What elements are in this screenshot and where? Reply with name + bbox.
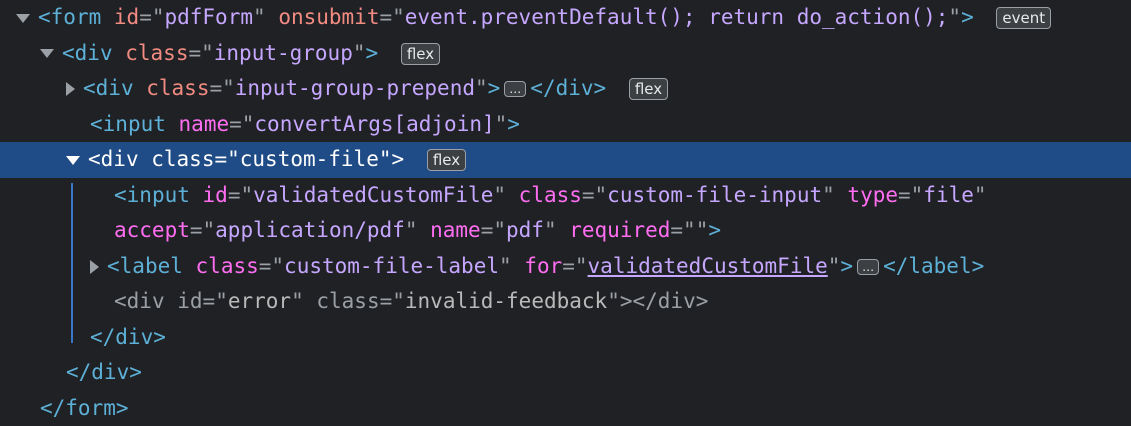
tree-row-label[interactable]: <label class="custom-file-label" for="va…: [0, 249, 1131, 285]
tree-row-prepend[interactable]: <div class="input-group-prepend">…</div>…: [0, 71, 1131, 107]
attr-name: accept: [114, 218, 190, 242]
tree-row-file-input-cont[interactable]: accept="application/pdf" name="pdf" requ…: [0, 213, 1131, 249]
tree-row-close-custom-file[interactable]: </div>: [0, 320, 1131, 356]
ellipsis-icon[interactable]: …: [857, 259, 879, 275]
tag-name: div: [96, 76, 134, 100]
tree-row-custom-file[interactable]: <div class="custom-file"> flex: [0, 142, 1131, 178]
attr-name: class: [519, 183, 582, 207]
attr-name: onsubmit: [278, 5, 379, 29]
attr-value: custom-file-label: [284, 254, 499, 278]
attr-name: id: [114, 5, 139, 29]
dom-tree: <form id="pdfForm" onsubmit="event.preve…: [0, 0, 1131, 420]
attr-value: custom-file: [240, 147, 379, 171]
flex-badge[interactable]: flex: [427, 149, 466, 171]
attr-value: input-group-prepend: [235, 76, 475, 100]
expand-toggle-icon[interactable]: [66, 156, 80, 165]
tag-name: input: [127, 183, 190, 207]
attr-value: pdfForm: [164, 5, 253, 29]
tag-name: input: [103, 112, 166, 136]
tag-name: div: [75, 41, 113, 65]
attr-value: convertArgs[adjoin]: [254, 112, 494, 136]
closing-tag: </label>: [883, 254, 984, 278]
closing-tag: </form>: [40, 396, 129, 420]
attr-value: invalid-feedback: [405, 289, 607, 313]
attr-value: input-group: [214, 41, 353, 65]
attr-name: for: [524, 254, 562, 278]
closing-tag: </div>: [90, 325, 166, 349]
attr-name: id: [177, 289, 202, 313]
tree-row-input-group[interactable]: <div class="input-group"> flex: [0, 36, 1131, 72]
collapse-toggle-icon[interactable]: [90, 260, 99, 274]
attr-name: class: [316, 289, 379, 313]
tree-row-file-input[interactable]: <input id="validatedCustomFile" class="c…: [0, 178, 1131, 214]
attr-name: class: [146, 76, 209, 100]
attr-name: required: [569, 218, 670, 242]
flex-badge[interactable]: flex: [629, 78, 668, 100]
tree-row-close-input-group[interactable]: </div>: [0, 355, 1131, 391]
flex-badge[interactable]: flex: [401, 43, 440, 65]
attr-value: application/pdf: [215, 218, 405, 242]
event-badge[interactable]: event: [996, 7, 1051, 29]
attr-name: class: [151, 147, 214, 171]
attr-value: error: [228, 289, 291, 313]
attr-name: class: [125, 41, 188, 65]
tag-name: div: [101, 147, 139, 171]
closing-tag: </div>: [530, 76, 606, 100]
attr-value: custom-file-input: [607, 183, 822, 207]
attr-name: id: [203, 183, 228, 207]
expand-toggle-icon[interactable]: [40, 49, 54, 58]
tree-row-close-form[interactable]: </form>: [0, 391, 1131, 426]
tag-name: div: [127, 289, 165, 313]
attr-name: name: [430, 218, 481, 242]
tag-name: form: [51, 5, 102, 29]
closing-tag: </div>: [633, 289, 709, 313]
attr-link-value[interactable]: validatedCustomFile: [588, 254, 828, 278]
tree-row-input-adjoin[interactable]: <input name="convertArgs[adjoin]">: [0, 107, 1131, 143]
attr-name: name: [179, 112, 230, 136]
attr-name: type: [847, 183, 898, 207]
attr-value: pdf: [506, 218, 544, 242]
expand-toggle-icon[interactable]: [16, 14, 30, 23]
tree-row-form[interactable]: <form id="pdfForm" onsubmit="event.preve…: [0, 0, 1131, 36]
tree-row-error-div[interactable]: <div id="error" class="invalid-feedback"…: [0, 284, 1131, 320]
collapse-toggle-icon[interactable]: [66, 82, 75, 96]
attr-value: file: [923, 183, 974, 207]
attr-value: event.preventDefault(); return do_action…: [405, 5, 949, 29]
attr-value: validatedCustomFile: [253, 183, 493, 207]
attr-name: class: [196, 254, 259, 278]
closing-tag: </div>: [66, 360, 142, 384]
ellipsis-icon[interactable]: …: [504, 81, 526, 97]
tag-name: label: [120, 254, 183, 278]
